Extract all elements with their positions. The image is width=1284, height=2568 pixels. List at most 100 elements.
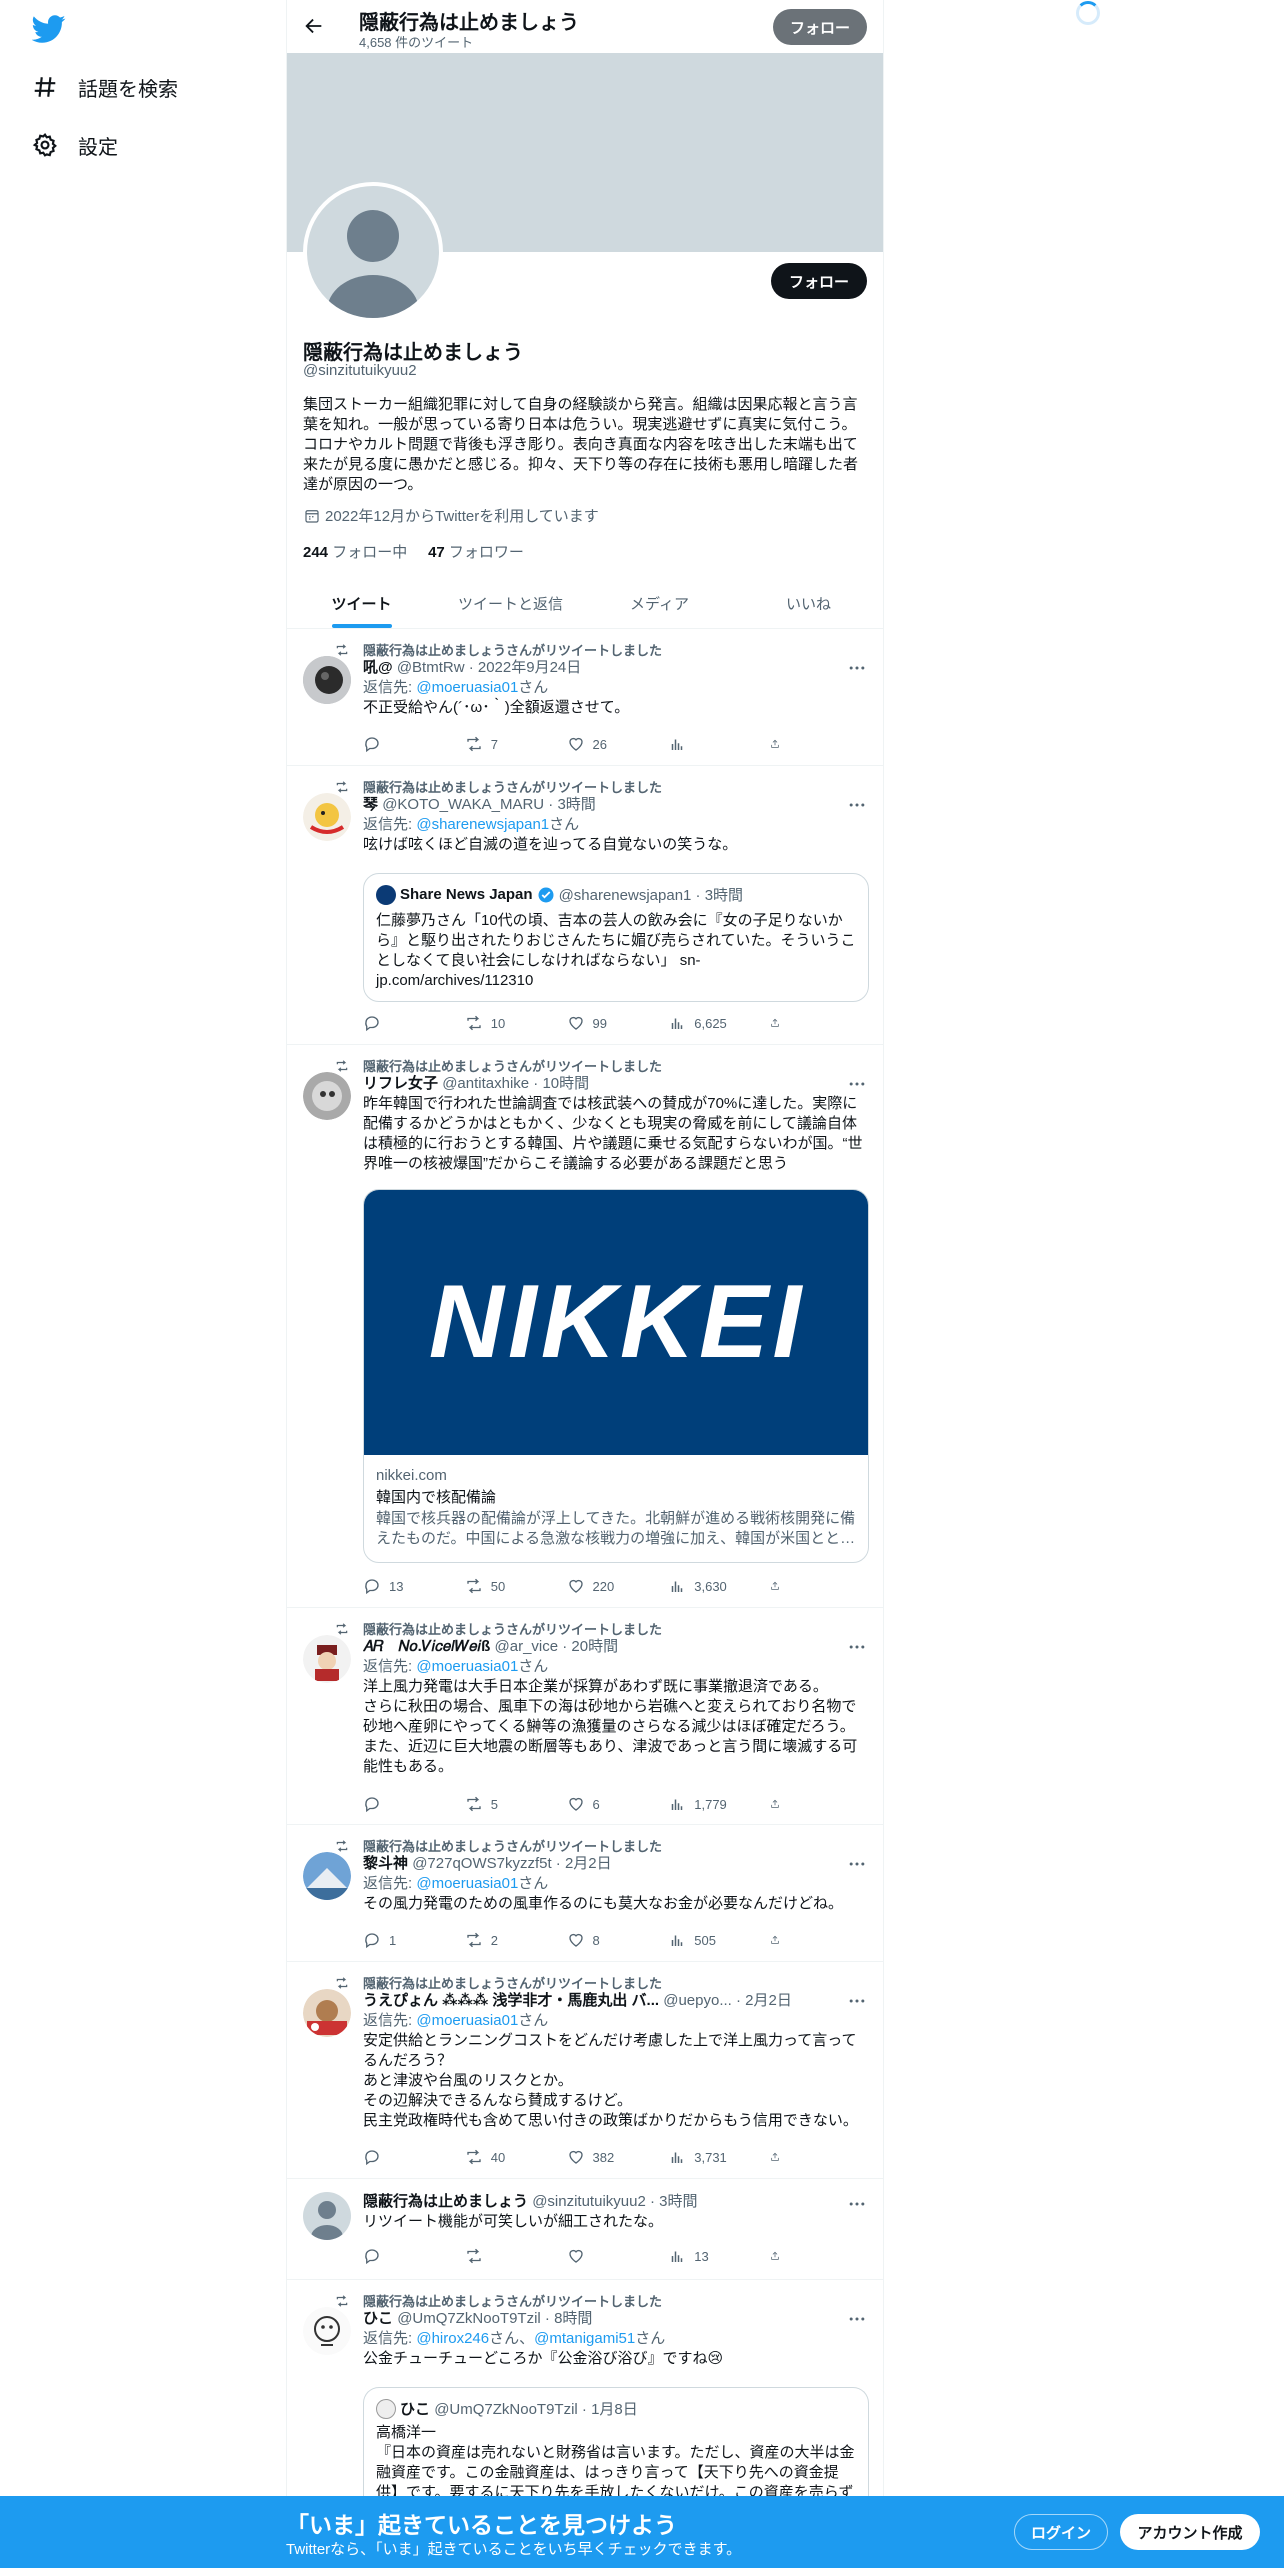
quoted-tweet[interactable]: ひこ @UmQ7ZkNooT9Tzil · 1月8日 高橋洋一 『日本の資産は売… bbox=[363, 2387, 869, 2511]
like-button[interactable] bbox=[567, 2246, 647, 2266]
following-stat[interactable]: 244 フォロー中 bbox=[303, 544, 407, 561]
twitter-logo-icon[interactable] bbox=[32, 12, 66, 46]
views-button[interactable]: 6,625 bbox=[668, 1013, 748, 1033]
reply-link[interactable]: @mtanigami51 bbox=[534, 2330, 635, 2347]
author-name[interactable]: 琴 bbox=[363, 796, 378, 813]
tweet[interactable]: 隠蔽行為は止めましょう @sinzitutuikyuu2 · 3時間 リツイート… bbox=[287, 2180, 883, 2280]
header-follow-button[interactable]: フォロー bbox=[773, 9, 867, 45]
author-name[interactable]: ひこ bbox=[363, 2310, 393, 2327]
reply-button[interactable] bbox=[363, 1794, 443, 1814]
author-meta[interactable]: @uepyo... · 2月2日 bbox=[663, 1992, 792, 2009]
author-meta[interactable]: @727qOWS7kyzzf5t · 2月2日 bbox=[412, 1855, 611, 1872]
tab-tweets-and-replies[interactable]: ツイートと返信 bbox=[436, 576, 585, 628]
avatar[interactable] bbox=[303, 656, 351, 704]
views-button[interactable]: 3,731 bbox=[668, 2147, 748, 2167]
nav-settings[interactable]: 設定 bbox=[32, 125, 118, 165]
reply-button[interactable] bbox=[363, 1013, 443, 1033]
reply-link[interactable]: @moeruasia01 bbox=[416, 1875, 518, 1892]
tweet[interactable]: 隠蔽行為は止めましょうさんがリツイートしました 琴 @KOTO_WAKA_MAR… bbox=[287, 767, 883, 1045]
views-button[interactable]: 3,630 bbox=[668, 1576, 748, 1596]
retweet-button[interactable]: 40 bbox=[465, 2147, 545, 2167]
like-button[interactable]: 382 bbox=[567, 2147, 647, 2167]
retweet-button[interactable]: 7 bbox=[465, 734, 545, 754]
retweet-button[interactable]: 50 bbox=[465, 1576, 545, 1596]
share-button[interactable] bbox=[770, 1013, 788, 1033]
tab-media[interactable]: メディア bbox=[585, 576, 734, 628]
author-meta[interactable]: @sinzitutuikyuu2 · 3時間 bbox=[532, 2193, 697, 2210]
reply-button[interactable] bbox=[363, 734, 443, 754]
avatar[interactable] bbox=[303, 1989, 351, 2037]
avatar[interactable] bbox=[303, 1635, 351, 1683]
avatar[interactable] bbox=[303, 1852, 351, 1900]
reply-button[interactable]: 13 bbox=[363, 1576, 443, 1596]
avatar[interactable] bbox=[303, 793, 351, 841]
tweet[interactable]: 隠蔽行為は止めましょうさんがリツイートしました 吼@ @BtmtRw · 202… bbox=[287, 630, 883, 766]
reply-button[interactable] bbox=[363, 2147, 443, 2167]
author-name[interactable]: 黎斗神 bbox=[363, 1855, 408, 1872]
reply-link[interactable]: @sharenewsjapan1 bbox=[416, 816, 549, 833]
avatar[interactable] bbox=[303, 2307, 351, 2355]
like-button[interactable]: 220 bbox=[567, 1576, 647, 1596]
tab-likes[interactable]: いいね bbox=[734, 576, 883, 628]
quoted-tweet[interactable]: Share News Japan @sharenewsjapan1 · 3時間 … bbox=[363, 873, 869, 1002]
author-name[interactable]: リフレ女子 bbox=[363, 1075, 438, 1092]
like-button[interactable]: 26 bbox=[567, 734, 647, 754]
retweet-indicator: 隠蔽行為は止めましょうさんがリツイートしました bbox=[335, 640, 662, 659]
tweet[interactable]: 隠蔽行為は止めましょうさんがリツイートしました ひこ @UmQ7ZkNooT9T… bbox=[287, 2281, 883, 2511]
like-button[interactable]: 8 bbox=[567, 1930, 647, 1950]
avatar[interactable] bbox=[303, 1072, 351, 1120]
reply-link[interactable]: @moeruasia01 bbox=[416, 1658, 518, 1675]
follow-button[interactable]: フォロー bbox=[771, 263, 867, 299]
author-name[interactable]: 隠蔽行為は止めましょう bbox=[363, 2193, 528, 2210]
create-account-button[interactable]: アカウント作成 bbox=[1120, 2514, 1260, 2550]
like-button[interactable]: 99 bbox=[567, 1013, 647, 1033]
share-button[interactable] bbox=[770, 2246, 788, 2266]
views-button[interactable]: 505 bbox=[668, 1930, 748, 1950]
tweet[interactable]: 隠蔽行為は止めましょうさんがリツイートしました リフレ女子 @antitaxhi… bbox=[287, 1046, 883, 1608]
avatar[interactable] bbox=[303, 2192, 351, 2240]
join-date-text: 2022年12月からTwitterを利用しています bbox=[325, 508, 599, 525]
tweet[interactable]: 隠蔽行為は止めましょうさんがリツイートしました うえぴょん ⁂⁂⁂ 浅学非才・馬… bbox=[287, 1963, 883, 2179]
author-meta[interactable]: @ar_vice · 20時間 bbox=[495, 1638, 619, 1655]
retweet-button[interactable]: 10 bbox=[465, 1013, 545, 1033]
reply-link[interactable]: @moeruasia01 bbox=[416, 679, 518, 696]
author-meta[interactable]: @antitaxhike · 10時間 bbox=[442, 1075, 589, 1092]
followers-count: 47 bbox=[428, 544, 445, 561]
retweet-button[interactable]: 2 bbox=[465, 1930, 545, 1950]
like-button[interactable]: 6 bbox=[567, 1794, 647, 1814]
author-name[interactable]: 吼@ bbox=[363, 659, 393, 676]
author-meta[interactable]: @BtmtRw · 2022年9月24日 bbox=[397, 659, 581, 676]
views-button[interactable]: 1,779 bbox=[668, 1794, 748, 1814]
reply-button[interactable]: 1 bbox=[363, 1930, 443, 1950]
reply-prefix: 返信先: bbox=[363, 2330, 417, 2347]
nav-settings-label: 設定 bbox=[78, 136, 118, 159]
login-button[interactable]: ログイン bbox=[1014, 2514, 1108, 2550]
author-meta[interactable]: @UmQ7ZkNooT9Tzil · 8時間 bbox=[397, 2310, 592, 2327]
share-button[interactable] bbox=[770, 1576, 788, 1596]
retweet-button[interactable] bbox=[465, 2246, 545, 2266]
share-button[interactable] bbox=[770, 1930, 788, 1950]
tweet[interactable]: 隠蔽行為は止めましょうさんがリツイートしました 黎斗神 @727qOWS7kyz… bbox=[287, 1826, 883, 1962]
share-button[interactable] bbox=[770, 734, 788, 754]
share-button[interactable] bbox=[770, 2147, 788, 2167]
back-arrow-icon[interactable] bbox=[303, 15, 325, 37]
nav-explore[interactable]: 話題を検索 bbox=[32, 67, 178, 107]
share-button[interactable] bbox=[770, 1794, 788, 1814]
reply-link[interactable]: @hirox246 bbox=[416, 2330, 489, 2347]
retweet-button[interactable]: 5 bbox=[465, 1794, 545, 1814]
profile-avatar[interactable] bbox=[303, 182, 443, 322]
reply-icon bbox=[365, 1016, 379, 1032]
views-button[interactable]: 13 bbox=[668, 2246, 748, 2266]
author-meta[interactable]: @KOTO_WAKA_MARU · 3時間 bbox=[382, 796, 596, 813]
tab-tweets[interactable]: ツイート bbox=[287, 576, 436, 628]
followers-stat[interactable]: 47 フォロワー bbox=[428, 544, 524, 561]
author-name[interactable]: 𝐴𝑅 𝑁𝑜.𝑉𝑖𝑐𝑒/𝑊𝑒𝑖ß bbox=[363, 1638, 490, 1655]
reply-button[interactable] bbox=[363, 2246, 443, 2266]
tab-media-label: メディア bbox=[630, 596, 689, 613]
views-button[interactable] bbox=[668, 734, 748, 754]
tweet[interactable]: 隠蔽行為は止めましょうさんがリツイートしました 𝐴𝑅 𝑁𝑜.𝑉𝑖𝑐𝑒/𝑊𝑒𝑖ß … bbox=[287, 1609, 883, 1825]
link-card[interactable]: NIKKEI nikkei.com 韓国内で核配備論 韓国で核兵器の配備論が浮上… bbox=[363, 1189, 869, 1563]
link-card-description: 韓国で核兵器の配備論が浮上してきた。北朝鮮が進める戦術核開発に備えたものだ。中国… bbox=[376, 1510, 856, 1547]
reply-link[interactable]: @moeruasia01 bbox=[416, 2012, 518, 2029]
author-name[interactable]: うえぴょん ⁂⁂⁂ 浅学非才・馬鹿丸出 バ... bbox=[363, 1992, 659, 2009]
